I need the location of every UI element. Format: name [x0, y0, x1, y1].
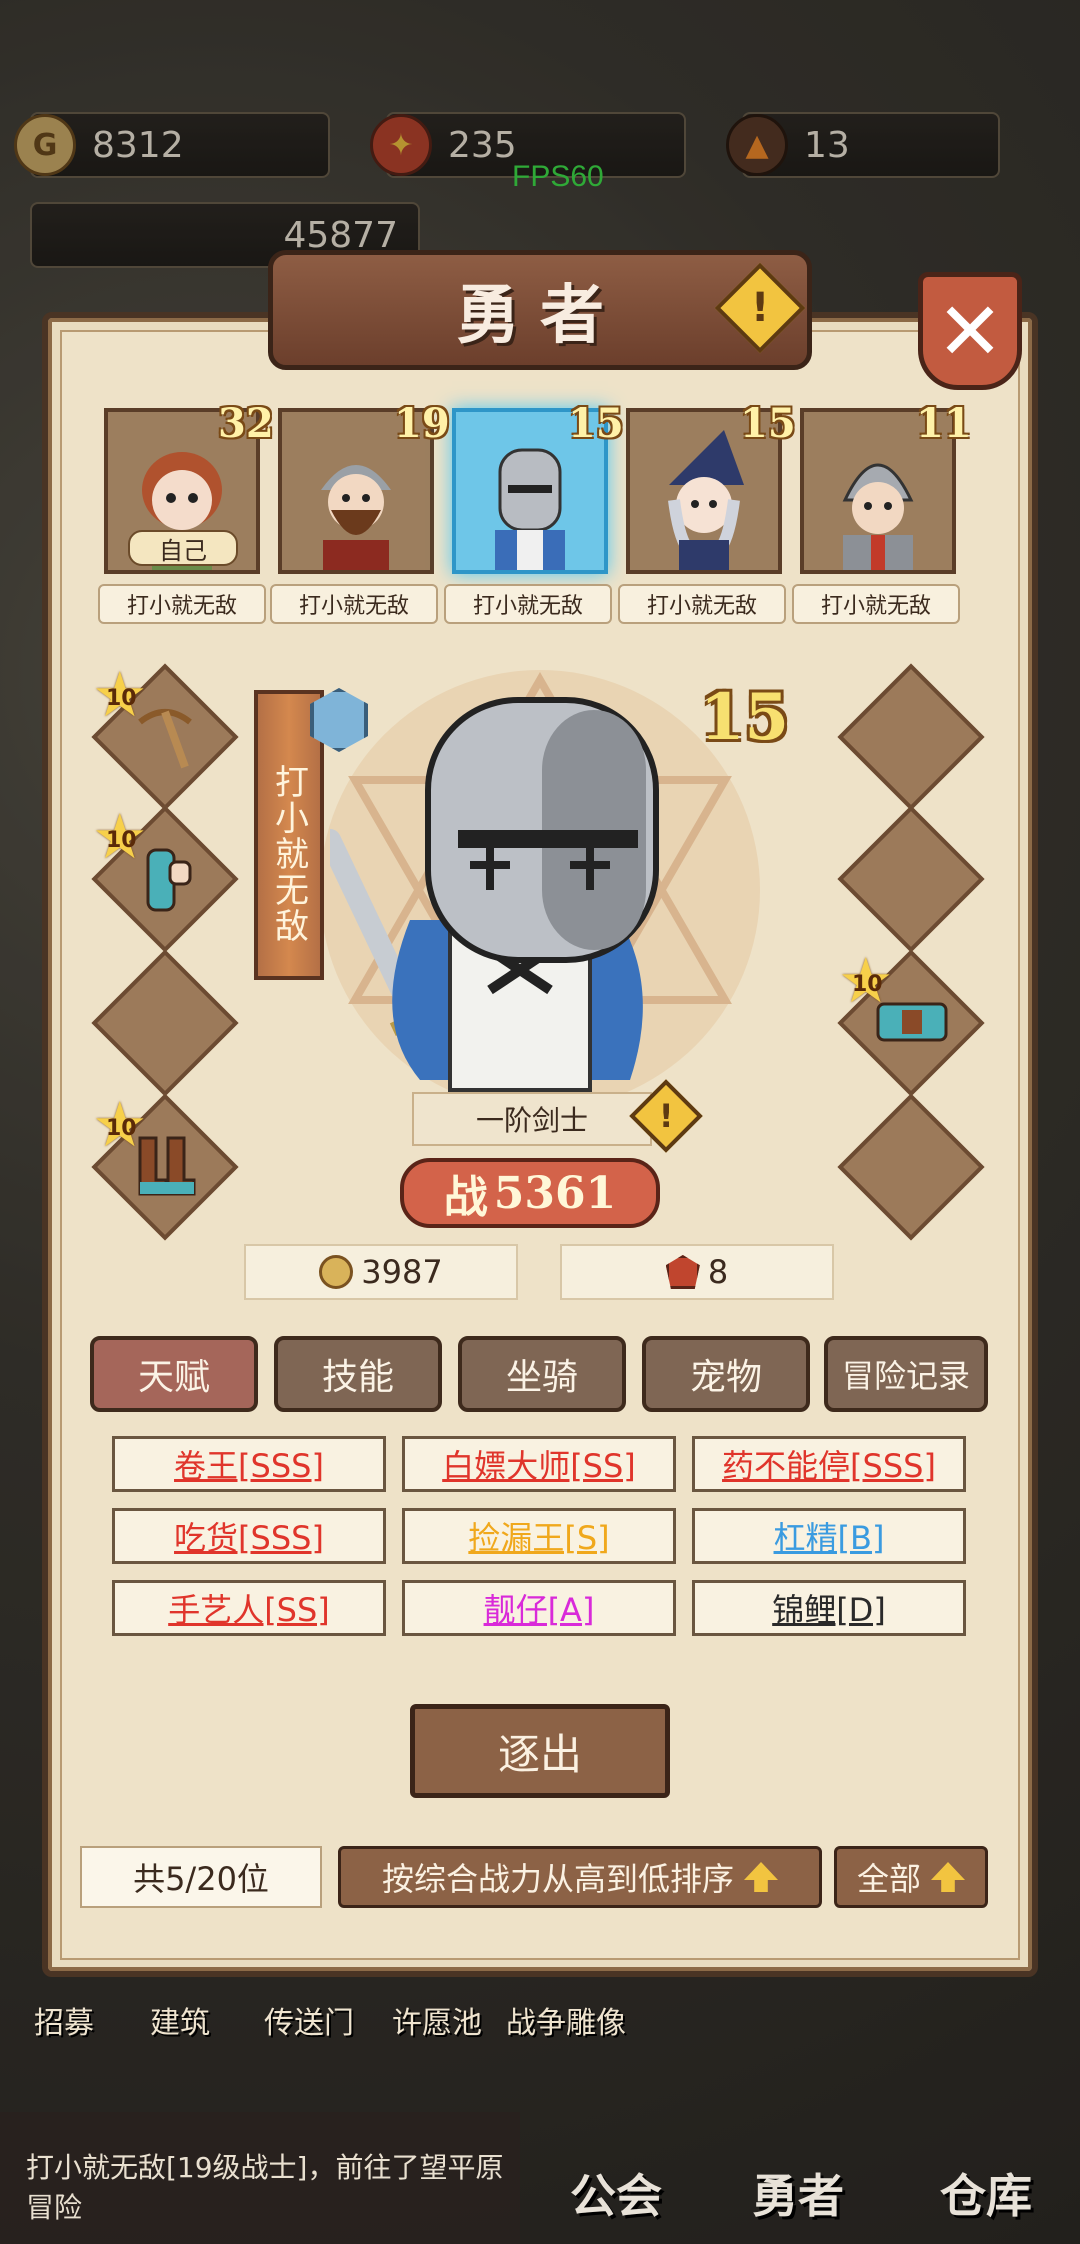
hero-level-5: 11	[916, 400, 972, 447]
banner-name: 打小就无敌	[268, 764, 309, 944]
crest-icon	[665, 1255, 700, 1289]
knight-character	[330, 697, 659, 1092]
combat-power: 战 5361	[400, 1158, 660, 1228]
talent-3[interactable]: 药不能停[SSS]	[692, 1436, 966, 1492]
self-tag: 自己	[128, 530, 238, 566]
class-label: 一阶剑士	[412, 1092, 652, 1146]
tab-adventure-log[interactable]: 冒险记录	[824, 1336, 988, 1412]
nav-building[interactable]: 建筑	[150, 1998, 210, 2042]
panel-title: 勇者	[456, 278, 624, 353]
gold-stat: 3987	[244, 1244, 518, 1300]
close-button[interactable]: ✕	[918, 272, 1022, 390]
sort-arrow-icon	[744, 1862, 778, 1892]
equip-slot-right-1[interactable]	[837, 663, 985, 811]
hero-name-3[interactable]: 打小就无敌	[444, 584, 612, 624]
talent-5[interactable]: 捡漏王[S]	[402, 1508, 676, 1564]
talent-7[interactable]: 手艺人[SS]	[112, 1580, 386, 1636]
expel-button[interactable]: 逐出	[410, 1704, 670, 1798]
hero-level-2: 19	[394, 400, 450, 447]
witch-portrait	[668, 430, 744, 570]
nav-portal[interactable]: 传送门	[264, 1998, 354, 2042]
talent-9[interactable]: 锦鲤[D]	[692, 1580, 966, 1636]
gold-coin-icon	[319, 1255, 354, 1289]
equip-slot-left-3[interactable]	[91, 949, 239, 1097]
hero-level-4: 15	[740, 400, 796, 447]
hero-level-3: 15	[568, 400, 624, 447]
talent-8[interactable]: 靓仔[A]	[402, 1580, 676, 1636]
tab-pet[interactable]: 宠物	[642, 1336, 810, 1412]
hero-count: 共5/20位	[80, 1846, 322, 1908]
knight-portrait	[495, 448, 565, 570]
equip-slot-right-2[interactable]	[837, 805, 985, 953]
talent-4[interactable]: 吃货[SSS]	[112, 1508, 386, 1564]
talent-2[interactable]: 白嫖大师[SS]	[402, 1436, 676, 1492]
filter-button[interactable]: 全部	[834, 1846, 988, 1908]
power-value: 5361	[493, 1167, 617, 1219]
tab-talent[interactable]: 天赋	[90, 1336, 258, 1412]
hero-name-2[interactable]: 打小就无敌	[270, 584, 438, 624]
tab-mount[interactable]: 坐骑	[458, 1336, 626, 1412]
bottom-nav-warehouse[interactable]: 仓库	[940, 2160, 1032, 2226]
star-count-left-2: 10	[106, 828, 137, 853]
talent-1[interactable]: 卷王[SSS]	[112, 1436, 386, 1492]
activity-feed: 打小就无敌[19级战士]，前往了望平原冒险	[0, 2112, 520, 2244]
crest-stat: 8	[560, 1244, 834, 1300]
hero-name-4[interactable]: 打小就无敌	[618, 584, 786, 624]
nav-wishing-well[interactable]: 许愿池	[392, 1998, 482, 2042]
bottom-nav-guild[interactable]: 公会	[570, 2160, 662, 2226]
star-count-right-3: 10	[852, 972, 883, 997]
hero-name-5[interactable]: 打小就无敌	[792, 584, 960, 624]
nav-war-statue[interactable]: 战争雕像	[506, 1998, 626, 2042]
talent-6[interactable]: 杠精[B]	[692, 1508, 966, 1564]
close-icon: ✕	[936, 284, 1004, 378]
star-count-left-4: 10	[106, 1116, 137, 1141]
tab-skill[interactable]: 技能	[274, 1336, 442, 1412]
sort-button[interactable]: 按综合战力从高到低排序	[338, 1846, 822, 1908]
selected-level: 15	[700, 680, 790, 755]
filter-arrow-icon	[931, 1862, 965, 1892]
armored-knight-portrait	[842, 463, 914, 570]
equip-slot-right-4[interactable]	[837, 1093, 985, 1241]
nav-recruit[interactable]: 招募	[34, 1998, 94, 2042]
hero-level-1: 32	[218, 400, 274, 447]
hero-name-1[interactable]: 打小就无敌	[98, 584, 266, 624]
star-count-left-1: 10	[106, 686, 137, 711]
power-prefix: 战	[443, 1172, 488, 1223]
bottom-nav-heroes[interactable]: 勇者	[752, 2160, 844, 2226]
bearded-warrior-portrait	[321, 465, 391, 570]
